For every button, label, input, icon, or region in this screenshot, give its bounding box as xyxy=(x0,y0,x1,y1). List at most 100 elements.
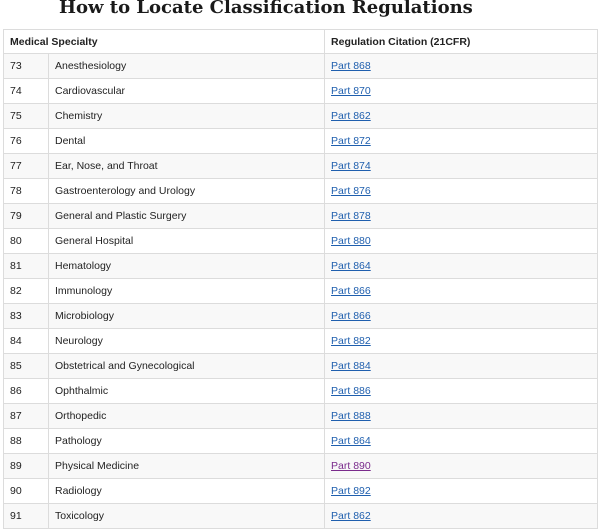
citation-cell: Part 878 xyxy=(324,203,599,229)
specialty-name: Toxicology xyxy=(47,503,326,529)
specialty-code: 85 xyxy=(3,353,49,379)
citation-link[interactable]: Part 886 xyxy=(331,385,371,397)
table-row: 73 Anesthesiology Part 868 xyxy=(3,53,599,79)
citation-cell: Part 866 xyxy=(324,303,599,329)
citation-cell: Part 868 xyxy=(324,53,599,79)
table-row: 87 Orthopedic Part 888 xyxy=(3,403,599,429)
table-row: 85 Obstetrical and Gynecological Part 884 xyxy=(3,353,599,379)
citation-link[interactable]: Part 876 xyxy=(331,185,371,197)
citation-cell: Part 884 xyxy=(324,353,599,379)
table-row: 88 Pathology Part 864 xyxy=(3,428,599,454)
specialty-name: Anesthesiology xyxy=(47,53,326,79)
specialty-name: Physical Medicine xyxy=(47,453,326,479)
specialty-code: 82 xyxy=(3,278,49,304)
citation-cell: Part 864 xyxy=(324,428,599,454)
specialty-code: 86 xyxy=(3,378,49,404)
citation-link[interactable]: Part 890 xyxy=(331,460,371,472)
table-row: 81 Hematology Part 864 xyxy=(3,253,599,279)
specialty-code: 73 xyxy=(3,53,49,79)
specialty-name: Radiology xyxy=(47,478,326,504)
citation-link[interactable]: Part 864 xyxy=(331,435,371,447)
table-row: 86 Ophthalmic Part 886 xyxy=(3,378,599,404)
citation-link[interactable]: Part 862 xyxy=(331,510,371,522)
table-row: 89 Physical Medicine Part 890 xyxy=(3,453,599,479)
specialty-name: Pathology xyxy=(47,428,326,454)
citation-link[interactable]: Part 880 xyxy=(331,235,371,247)
specialty-name: General and Plastic Surgery xyxy=(47,203,326,229)
citation-cell: Part 888 xyxy=(324,403,599,429)
citation-cell: Part 882 xyxy=(324,328,599,354)
citation-link[interactable]: Part 866 xyxy=(331,285,371,297)
header-medical-specialty: Medical Specialty xyxy=(2,29,326,54)
specialty-code: 83 xyxy=(3,303,49,329)
specialty-name: Gastroenterology and Urology xyxy=(47,178,326,204)
citation-cell: Part 872 xyxy=(324,128,599,154)
specialty-code: 80 xyxy=(3,228,49,254)
specialty-name: Ear, Nose, and Throat xyxy=(47,153,326,179)
citation-cell: Part 890 xyxy=(324,453,599,479)
specialty-code: 74 xyxy=(3,78,49,104)
table-row: 75 Chemistry Part 862 xyxy=(3,103,599,129)
citation-cell: Part 866 xyxy=(324,278,599,304)
citation-link[interactable]: Part 864 xyxy=(331,260,371,272)
specialty-name: Neurology xyxy=(47,328,326,354)
citation-link[interactable]: Part 870 xyxy=(331,85,371,97)
page-title: How to Locate Classification Regulations xyxy=(59,0,473,18)
specialty-code: 81 xyxy=(3,253,49,279)
specialty-code: 79 xyxy=(3,203,49,229)
specialty-code: 78 xyxy=(3,178,49,204)
table-row: 82 Immunology Part 866 xyxy=(3,278,599,304)
table-row: 84 Neurology Part 882 xyxy=(3,328,599,354)
citation-cell: Part 870 xyxy=(324,78,599,104)
specialty-code: 76 xyxy=(3,128,49,154)
citation-cell: Part 892 xyxy=(324,478,599,504)
specialty-name: Ophthalmic xyxy=(47,378,326,404)
citation-cell: Part 864 xyxy=(324,253,599,279)
specialty-code: 89 xyxy=(3,453,49,479)
specialty-code: 75 xyxy=(3,103,49,129)
table-body: 73 Anesthesiology Part 868 74 Cardiovascular… xyxy=(3,53,599,529)
citation-link[interactable]: Part 868 xyxy=(331,60,371,72)
specialty-name: Obstetrical and Gynecological xyxy=(47,353,326,379)
header-regulation-citation: Regulation Citation (21CFR) xyxy=(324,29,599,54)
specialty-code: 77 xyxy=(3,153,49,179)
specialty-code: 87 xyxy=(3,403,49,429)
citation-link[interactable]: Part 884 xyxy=(331,360,371,372)
citation-cell: Part 874 xyxy=(324,153,599,179)
specialty-name: Chemistry xyxy=(47,103,326,129)
specialty-name: Microbiology xyxy=(47,303,326,329)
specialty-code: 88 xyxy=(3,428,49,454)
citation-link[interactable]: Part 892 xyxy=(331,485,371,497)
citation-cell: Part 886 xyxy=(324,378,599,404)
citation-link[interactable]: Part 888 xyxy=(331,410,371,422)
table-row: 76 Dental Part 872 xyxy=(3,128,599,154)
table-row: 80 General Hospital Part 880 xyxy=(3,228,599,254)
specialty-name: Orthopedic xyxy=(47,403,326,429)
specialty-name: Hematology xyxy=(47,253,326,279)
citation-cell: Part 862 xyxy=(324,503,599,529)
table-row: 83 Microbiology Part 866 xyxy=(3,303,599,329)
citation-link[interactable]: Part 866 xyxy=(331,310,371,322)
specialty-name: Dental xyxy=(47,128,326,154)
citation-cell: Part 880 xyxy=(324,228,599,254)
specialty-code: 91 xyxy=(3,503,49,529)
citation-link[interactable]: Part 878 xyxy=(331,210,371,222)
citation-link[interactable]: Part 862 xyxy=(331,110,371,122)
citation-link[interactable]: Part 882 xyxy=(331,335,371,347)
table-row: 90 Radiology Part 892 xyxy=(3,478,599,504)
specialty-name: General Hospital xyxy=(47,228,326,254)
specialty-name: Immunology xyxy=(47,278,326,304)
table-header-row: Medical Specialty Regulation Citation (2… xyxy=(2,29,599,54)
specialty-code: 90 xyxy=(3,478,49,504)
citation-cell: Part 862 xyxy=(324,103,599,129)
classification-table-container: Medical Specialty Regulation Citation (2… xyxy=(2,29,599,529)
classification-table: Medical Specialty Regulation Citation (2… xyxy=(2,29,599,529)
table-row: 77 Ear, Nose, and Throat Part 874 xyxy=(3,153,599,179)
table-row: 79 General and Plastic Surgery Part 878 xyxy=(3,203,599,229)
table-row: 91 Toxicology Part 862 xyxy=(3,503,599,529)
citation-link[interactable]: Part 872 xyxy=(331,135,371,147)
citation-link[interactable]: Part 874 xyxy=(331,160,371,172)
specialty-code: 84 xyxy=(3,328,49,354)
table-row: 74 Cardiovascular Part 870 xyxy=(3,78,599,104)
specialty-name: Cardiovascular xyxy=(47,78,326,104)
